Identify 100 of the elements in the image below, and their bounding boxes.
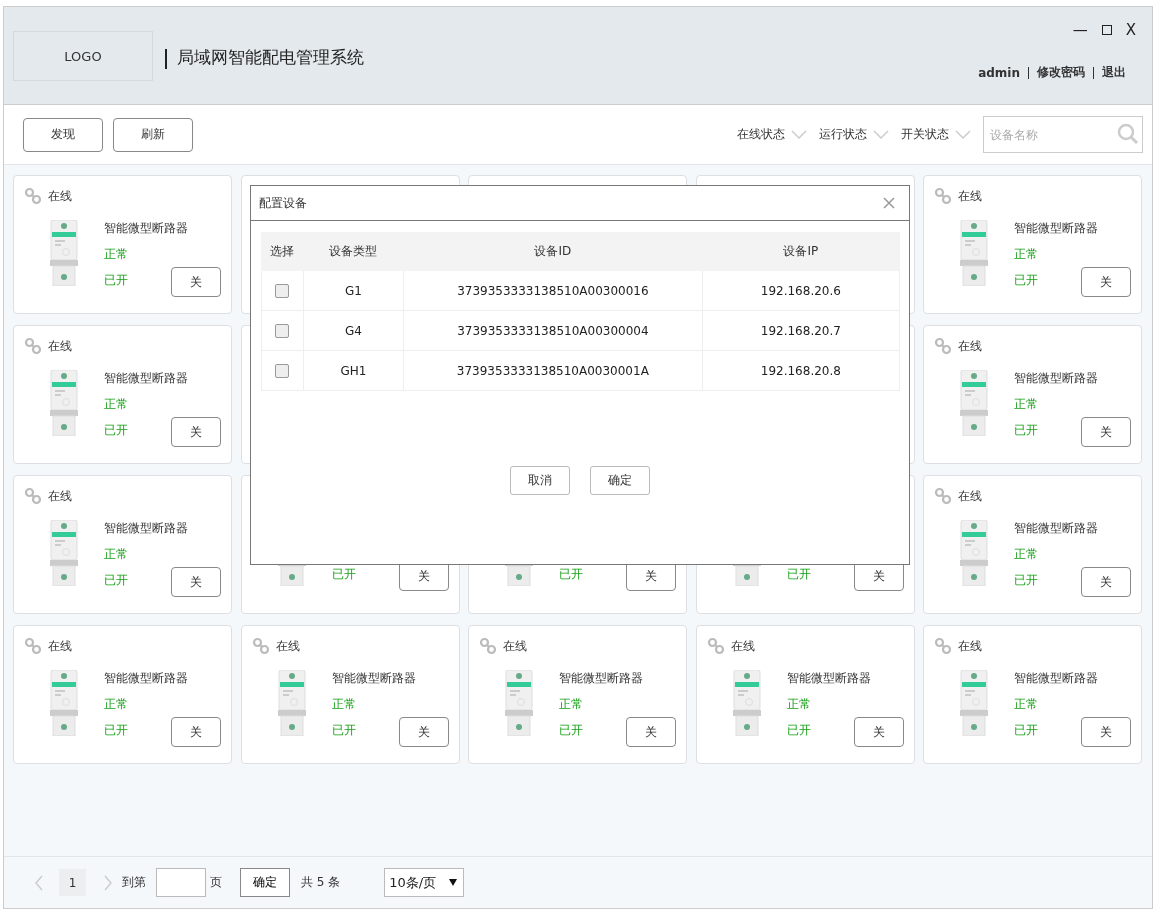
device-name: 智能微型断路器 (104, 220, 189, 237)
online-status: 在线 (48, 487, 72, 505)
previous-page-icon[interactable] (33, 874, 45, 891)
online-status: 在线 (958, 187, 982, 205)
switch-state: 已开 (1014, 722, 1038, 739)
link-icon (24, 337, 42, 355)
close-icon[interactable] (883, 197, 895, 209)
device-name: 智能微型断路器 (1014, 370, 1099, 387)
header-link[interactable]: 退出 (1102, 64, 1126, 81)
checkbox[interactable] (275, 323, 290, 338)
chevron-down-icon (873, 129, 889, 140)
switch-state: 已开 (559, 566, 583, 583)
run-state: 正常 (1014, 696, 1039, 713)
column-header: 设备ID (403, 232, 703, 271)
filter-dropdown[interactable]: 开关状态 (901, 126, 971, 143)
run-state: 正常 (331, 696, 357, 713)
switch-state: 已开 (104, 572, 128, 589)
link-icon (934, 187, 952, 205)
link-icon (24, 637, 42, 655)
switch-state: 已开 (104, 722, 128, 739)
chevron-down-icon (791, 129, 807, 140)
maximize-icon[interactable] (1101, 25, 1112, 35)
switch-state: 已开 (1014, 422, 1038, 439)
app-title: 局域网智能配电管理系统 (177, 46, 364, 69)
dialog-title: 配置设备 (259, 194, 307, 212)
device-name: 智能微型断路器 (1014, 670, 1099, 687)
table-cell: 3739353333138510A00300016 (403, 270, 703, 311)
link-icon (934, 487, 952, 505)
search-icon[interactable] (1117, 123, 1139, 145)
column-header: 选择 (261, 232, 304, 271)
page-size-select[interactable]: 10条/页 (384, 868, 465, 897)
switch-state: 已开 (104, 272, 128, 289)
switch-state: 已开 (331, 722, 356, 739)
table-cell: 3739353333138510A0030001A (403, 350, 703, 391)
table-cell: G4 (303, 310, 404, 351)
column-header: 设备类型 (303, 232, 404, 271)
toolbar-button[interactable]: 发现 (23, 117, 103, 152)
switch-state: 已开 (104, 422, 128, 439)
switch-off-button[interactable]: 关 (1081, 717, 1131, 747)
link-icon (934, 637, 952, 655)
online-status: 在线 (48, 337, 72, 355)
page-input[interactable] (156, 868, 206, 897)
switch-off-button[interactable]: 关 (398, 717, 449, 747)
table-cell: 192.168.20.8 (702, 350, 900, 391)
confirm-button[interactable]: 确定 (240, 868, 290, 897)
next-page-icon[interactable] (102, 874, 114, 891)
switch-off-button[interactable]: 关 (171, 267, 221, 297)
run-state: 正常 (1014, 396, 1039, 413)
close-button[interactable]: X (1125, 21, 1136, 39)
device-name: 智能微型断路器 (559, 670, 644, 687)
checkbox[interactable] (275, 283, 290, 298)
link-icon (934, 337, 952, 355)
filter-dropdown[interactable]: 在线状态 (737, 126, 807, 143)
search-field[interactable]: 设备名称 (983, 116, 1143, 153)
switch-off-button[interactable]: 关 (853, 717, 904, 747)
page-number[interactable]: 1 (59, 869, 86, 896)
device-name: 智能微型断路器 (104, 370, 189, 387)
dialog-button[interactable]: 取消 (510, 466, 570, 495)
run-state: 正常 (559, 696, 584, 713)
table-cell: 192.168.20.7 (702, 310, 900, 351)
link-icon (24, 487, 42, 505)
switch-state: 已开 (786, 566, 811, 583)
header-link[interactable]: 修改密码 (1037, 64, 1085, 81)
online-status: 在线 (275, 637, 300, 655)
switch-off-button[interactable]: 关 (1081, 417, 1131, 447)
device-name: 智能微型断路器 (786, 670, 872, 687)
online-status: 在线 (958, 487, 982, 505)
switch-state: 已开 (786, 722, 811, 739)
switch-off-button[interactable]: 关 (171, 417, 221, 447)
switch-off-button[interactable]: 关 (1081, 267, 1131, 297)
table-cell: GH1 (303, 350, 404, 391)
logo: LOGO (13, 31, 153, 81)
switch-state: 已开 (1014, 272, 1038, 289)
online-status: 在线 (730, 637, 755, 655)
run-state: 正常 (1014, 546, 1039, 563)
online-status: 在线 (503, 637, 527, 655)
username: admin (978, 65, 1020, 80)
switch-off-button[interactable]: 关 (171, 717, 221, 747)
run-state: 正常 (104, 246, 129, 263)
minimize-button[interactable]: — (1072, 21, 1088, 39)
goto-label: 到第 (122, 874, 146, 891)
dialog-button[interactable]: 确定 (590, 466, 650, 495)
device-name: 智能微型断路器 (104, 670, 189, 687)
table-cell: G1 (303, 270, 404, 311)
link-icon (479, 637, 497, 655)
link-icon (706, 637, 725, 655)
run-state: 正常 (104, 546, 129, 563)
run-state: 正常 (1014, 246, 1039, 263)
run-state: 正常 (786, 696, 812, 713)
online-status: 在线 (958, 637, 982, 655)
filter-dropdown[interactable]: 运行状态 (819, 126, 889, 143)
switch-state: 已开 (1014, 572, 1038, 589)
table-cell: 192.168.20.6 (702, 270, 900, 311)
switch-off-button[interactable]: 关 (171, 567, 221, 597)
switch-off-button[interactable]: 关 (626, 717, 676, 747)
checkbox[interactable] (275, 363, 290, 378)
switch-off-button[interactable]: 关 (1081, 567, 1131, 597)
toolbar-button[interactable]: 刷新 (113, 117, 193, 152)
switch-state: 已开 (559, 722, 583, 739)
online-status: 在线 (958, 337, 982, 355)
